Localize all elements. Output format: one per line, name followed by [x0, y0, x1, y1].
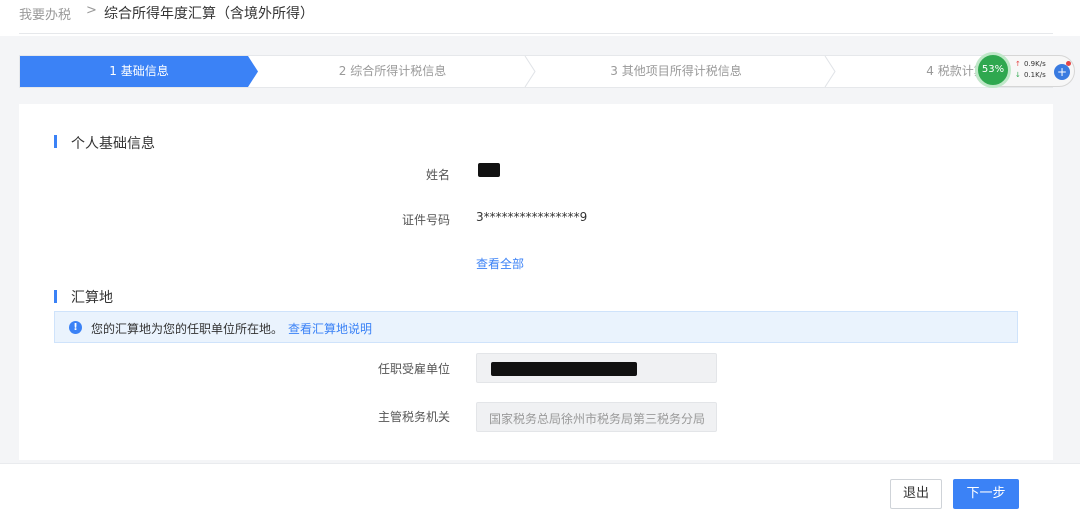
memory-usage-gauge[interactable]: 53%	[975, 52, 1011, 88]
section-marker	[54, 135, 57, 148]
page-title: 综合所得年度汇算（含境外所得）	[104, 6, 314, 22]
step-label: 2 综合所得计税信息	[338, 64, 447, 78]
tax-office-value: 国家税务总局徐州市税务局第三税务分局	[489, 412, 706, 426]
section-title-settlement: 汇算地	[71, 290, 113, 306]
step-comprehensive-income[interactable]: 2 综合所得计税信息	[260, 56, 525, 87]
step-label: 1 基础信息	[109, 64, 169, 78]
info-icon: !	[69, 321, 82, 334]
tax-office-field[interactable]: 国家税务总局徐州市税务局第三税务分局	[476, 402, 717, 432]
notice-text: 您的汇算地为您的任职单位所在地。	[91, 322, 284, 336]
exit-button[interactable]: 退出	[890, 479, 942, 509]
id-number-value: 3****************9	[476, 210, 588, 224]
notification-dot	[1066, 61, 1071, 66]
info-notice: ! 您的汇算地为您的任职单位所在地。 查看汇算地说明	[54, 311, 1018, 343]
divider	[19, 33, 1053, 34]
view-all-link[interactable]: 查看全部	[476, 255, 524, 272]
next-step-button[interactable]: 下一步	[953, 479, 1019, 509]
section-title-personal: 个人基础信息	[71, 136, 155, 152]
upload-speed: 0.9K/s	[1024, 60, 1046, 68]
network-monitor-widget[interactable]: 53% ↑ 0.9K/s ↓ 0.1K/s +	[975, 52, 1075, 88]
redacted-employer	[491, 362, 637, 376]
employer-field[interactable]	[476, 353, 717, 383]
footer-bar: 退出 下一步	[0, 463, 1080, 521]
id-number-label: 证件号码	[401, 213, 450, 227]
step-other-income[interactable]: 3 其他项目所得计税信息	[536, 56, 816, 87]
step-basic-info[interactable]: 1 基础信息	[20, 56, 258, 87]
step-label: 3 其他项目所得计税信息	[610, 64, 742, 78]
download-speed: 0.1K/s	[1024, 71, 1046, 79]
name-label: 姓名	[425, 168, 450, 182]
plus-icon[interactable]: +	[1054, 64, 1070, 80]
breadcrumb-chevron-icon: >	[86, 3, 97, 18]
upload-arrow-icon: ↑	[1015, 60, 1021, 68]
top-bar: 我要办税 > 综合所得年度汇算（含境外所得）	[0, 0, 1080, 36]
section-marker	[54, 290, 57, 303]
employer-label: 任职受雇单位	[377, 362, 450, 376]
settlement-explanation-link[interactable]: 查看汇算地说明	[288, 320, 372, 337]
step-divider-icon	[524, 56, 536, 87]
redacted-name	[478, 163, 500, 177]
step-divider-icon	[824, 56, 836, 87]
download-arrow-icon: ↓	[1015, 71, 1021, 79]
tax-office-label: 主管税务机关	[377, 410, 450, 424]
step-progress: 1 基础信息 2 综合所得计税信息 3 其他项目所得计税信息 4 税款计算	[19, 55, 1053, 88]
breadcrumb-home[interactable]: 我要办税	[19, 4, 71, 23]
